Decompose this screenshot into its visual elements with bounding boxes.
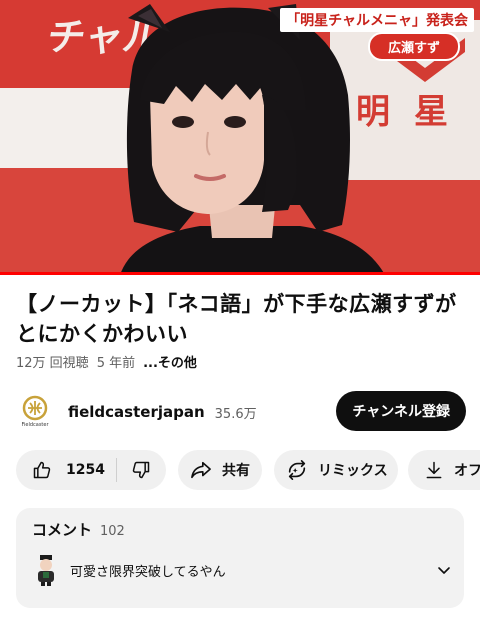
person-name-caption: 広瀬すず bbox=[367, 32, 460, 61]
comments-title: コメント bbox=[32, 521, 93, 539]
offline-label: オフ bbox=[454, 463, 480, 479]
video-player[interactable]: チャル 明星 「明星チャルメニャ」発表会 広瀬すず bbox=[0, 0, 480, 275]
view-count: 12万 回視聴 bbox=[16, 356, 89, 371]
remix-icon bbox=[288, 460, 306, 480]
video-title[interactable]: 【ノーカット】「ネコ語」が下手な広瀬すずがとにかくかわいい bbox=[16, 289, 466, 349]
remix-button[interactable]: リミックス bbox=[274, 450, 398, 490]
more-description-link[interactable]: ...その他 bbox=[143, 352, 197, 371]
thumb-down-icon bbox=[132, 461, 150, 479]
share-label: 共有 bbox=[222, 463, 250, 479]
commenter-avatar bbox=[38, 555, 54, 586]
channel-name[interactable]: fieldcasterjapan bbox=[68, 403, 205, 421]
share-button[interactable]: 共有 bbox=[178, 450, 262, 490]
avatar-caption: Fieldcaster bbox=[21, 422, 49, 428]
like-dislike-chip: 1254 bbox=[16, 450, 166, 490]
fieldcaster-logo-icon: Fieldcaster bbox=[21, 395, 49, 428]
top-comment-text: 可愛さ限界突破してるやん bbox=[70, 564, 226, 580]
like-button[interactable]: 1254 bbox=[16, 450, 116, 490]
channel-avatar[interactable]: Fieldcaster bbox=[16, 393, 54, 431]
thumb-up-icon bbox=[33, 461, 51, 479]
comments-header: コメント 102 bbox=[32, 519, 125, 540]
download-icon bbox=[426, 461, 442, 479]
action-chips-bar: 1254 共有 リミックス オフ bbox=[16, 450, 480, 490]
video-progress-bar[interactable] bbox=[0, 272, 480, 275]
upload-age: 5 年前 bbox=[96, 356, 136, 371]
event-caption: 「明星チャルメニャ」発表会 bbox=[280, 8, 474, 32]
top-comment[interactable]: 可愛さ限界突破してるやん bbox=[32, 552, 452, 588]
offline-download-button[interactable]: オフ bbox=[408, 450, 480, 490]
video-meta[interactable]: 12万 回視聴 5 年前 ...その他 bbox=[16, 352, 197, 371]
dislike-button[interactable] bbox=[117, 450, 165, 490]
subscriber-count: 35.6万 bbox=[214, 406, 257, 422]
comments-panel[interactable]: コメント 102 可愛さ限界突破してるやん bbox=[16, 508, 464, 608]
channel-row[interactable]: Fieldcaster fieldcasterjapan 35.6万 チャンネル… bbox=[16, 390, 466, 434]
chevron-down-icon[interactable] bbox=[436, 562, 452, 578]
share-icon bbox=[191, 461, 211, 479]
video-progress-fill bbox=[0, 272, 480, 275]
comments-count: 102 bbox=[100, 524, 125, 539]
remix-label: リミックス bbox=[318, 463, 388, 479]
like-count: 1254 bbox=[66, 462, 105, 478]
subscribe-button[interactable]: チャンネル登録 bbox=[336, 391, 466, 431]
